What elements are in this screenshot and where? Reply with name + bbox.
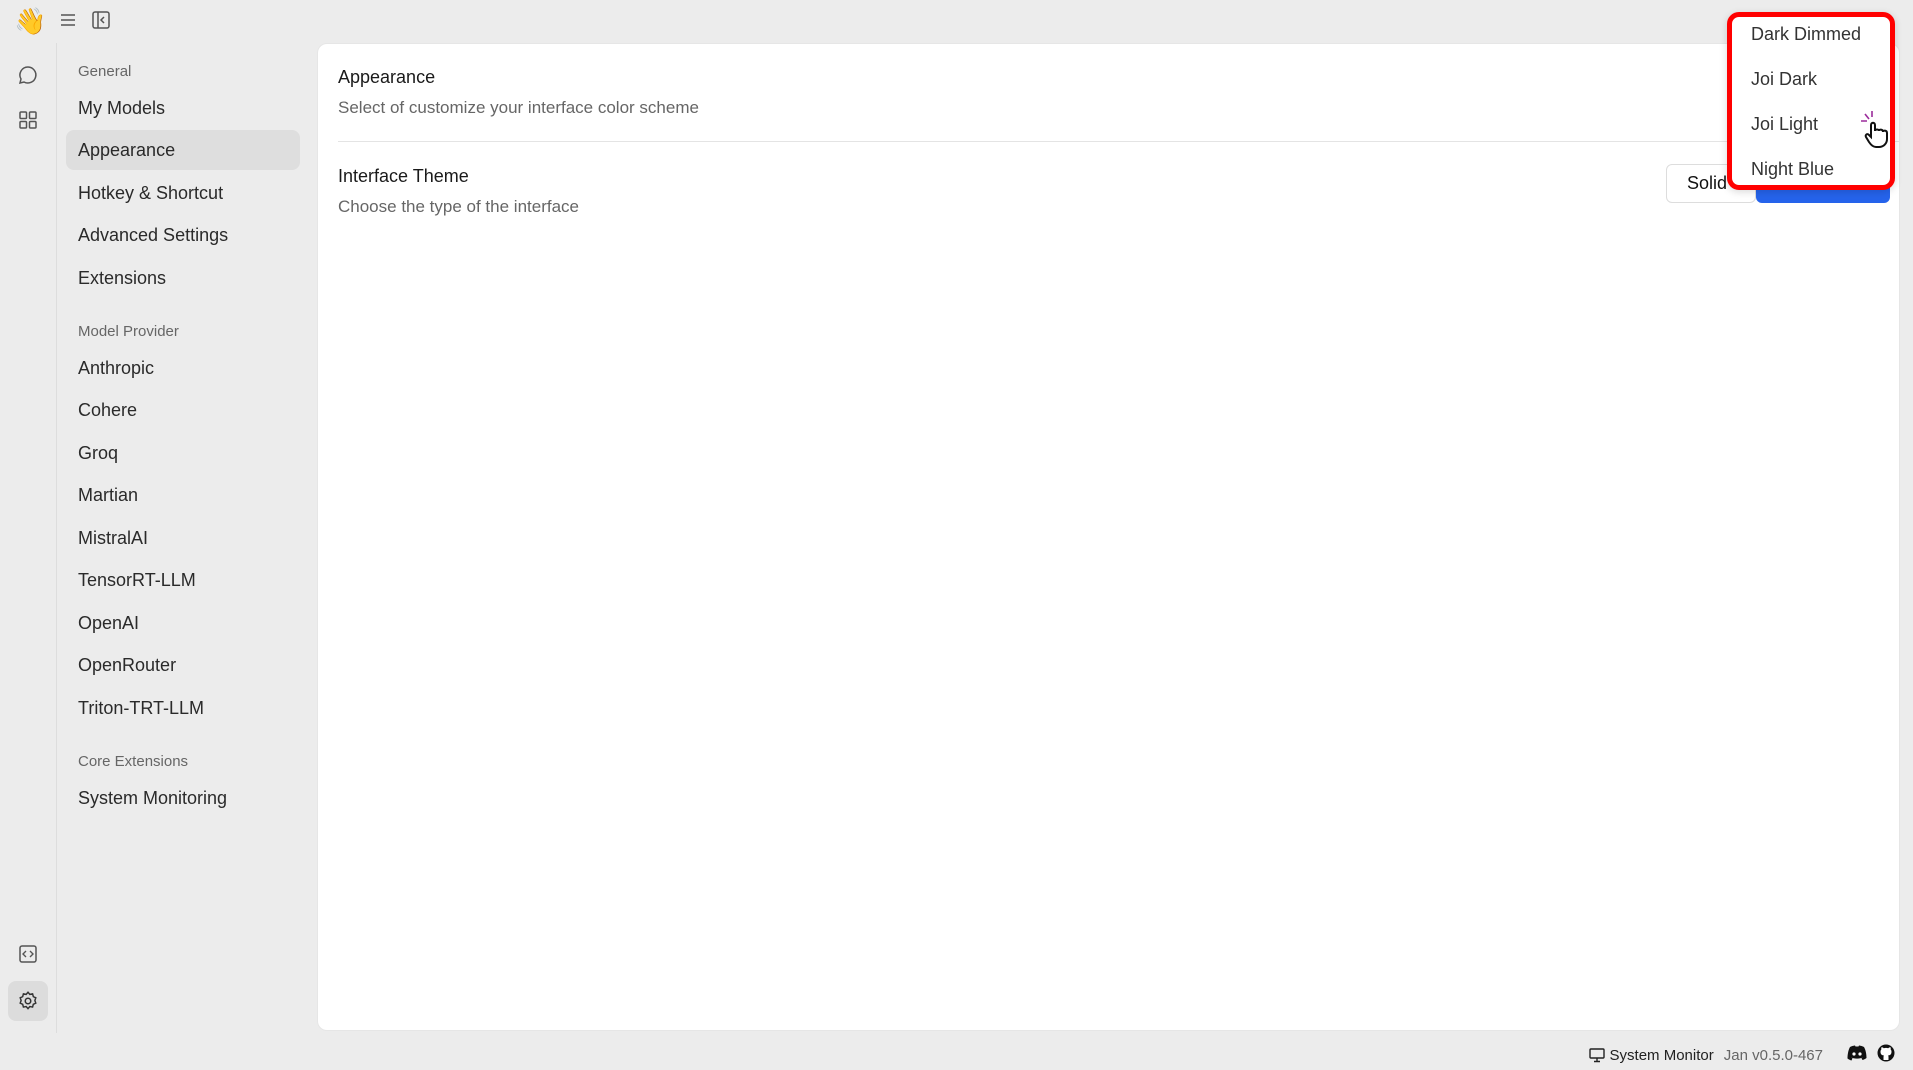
solid-label: Solid bbox=[1687, 173, 1728, 193]
sidebar-item-martian[interactable]: Martian bbox=[66, 475, 300, 515]
sidebar-item-advanced-settings[interactable]: Advanced Settings bbox=[66, 215, 300, 255]
github-icon[interactable] bbox=[1877, 1044, 1895, 1066]
section-label-general: General bbox=[78, 63, 132, 80]
system-monitor-button[interactable]: System Monitor bbox=[1588, 1046, 1714, 1064]
sidebar-item-cohere[interactable]: Cohere bbox=[66, 390, 300, 430]
sidebar-item-mistralai[interactable]: MistralAI bbox=[66, 518, 300, 558]
sidebar-item-anthropic[interactable]: Anthropic bbox=[66, 348, 300, 388]
sidebar-item-groq[interactable]: Groq bbox=[66, 433, 300, 473]
sidebar-item-triton-trt-llm[interactable]: Triton-TRT-LLM bbox=[66, 688, 300, 728]
section-label-core-extensions: Core Extensions bbox=[78, 753, 189, 770]
hamburger-menu-icon[interactable] bbox=[59, 11, 77, 29]
jan-logo-icon: 👋 bbox=[14, 6, 47, 36]
divider bbox=[338, 141, 1899, 142]
local-api-server-icon[interactable] bbox=[16, 942, 40, 966]
theme-option-joi-dark[interactable]: Joi Dark bbox=[1751, 69, 1817, 90]
toggle-sidebar-icon[interactable] bbox=[91, 10, 111, 30]
sidebar-item-hotkey-shortcut[interactable]: Hotkey & Shortcut bbox=[66, 173, 300, 213]
theme-option-joi-light[interactable]: Joi Light bbox=[1751, 114, 1818, 135]
pointer-hand-cursor-icon bbox=[1857, 109, 1897, 149]
sidebar-item-tensorrt-llm[interactable]: TensorRT-LLM bbox=[66, 560, 300, 600]
section-label-model-provider: Model Provider bbox=[78, 323, 179, 340]
theme-option-dark-dimmed[interactable]: Dark Dimmed bbox=[1751, 24, 1861, 45]
sidebar-item-appearance[interactable]: Appearance bbox=[66, 130, 300, 170]
left-rail bbox=[0, 43, 57, 1033]
page-title: Appearance bbox=[338, 67, 436, 87]
sidebar-item-my-models[interactable]: My Models bbox=[66, 88, 300, 128]
theme-option-night-blue[interactable]: Night Blue bbox=[1751, 159, 1834, 180]
chat-icon[interactable] bbox=[16, 63, 40, 87]
sidebar-item-openrouter[interactable]: OpenRouter bbox=[66, 645, 300, 685]
monitor-icon bbox=[1588, 1047, 1605, 1062]
status-bar: System Monitor Jan v0.5.0-467 bbox=[1588, 1044, 1895, 1066]
settings-sidebar: General My Models Appearance Hotkey & Sh… bbox=[58, 43, 318, 1033]
sidebar-item-openai[interactable]: OpenAI bbox=[66, 603, 300, 643]
page-subtitle: Select of customize your interface color… bbox=[338, 98, 699, 117]
system-monitor-label: System Monitor bbox=[1609, 1046, 1714, 1064]
interface-theme-title: Interface Theme bbox=[338, 166, 469, 186]
interface-theme-subtitle: Choose the type of the interface bbox=[338, 197, 579, 216]
discord-icon[interactable] bbox=[1847, 1045, 1867, 1065]
sidebar-item-system-monitoring[interactable]: System Monitoring bbox=[66, 778, 300, 818]
hub-grid-icon[interactable] bbox=[16, 108, 40, 132]
app-version: Jan v0.5.0-467 bbox=[1723, 1046, 1823, 1064]
theme-dropdown[interactable]: Dark Dimmed Joi Dark Joi Light Night Blu… bbox=[1727, 12, 1895, 190]
sidebar-item-extensions[interactable]: Extensions bbox=[66, 258, 300, 298]
settings-gear-icon[interactable] bbox=[8, 981, 48, 1021]
settings-content: Appearance Select of customize your inte… bbox=[317, 43, 1900, 1031]
